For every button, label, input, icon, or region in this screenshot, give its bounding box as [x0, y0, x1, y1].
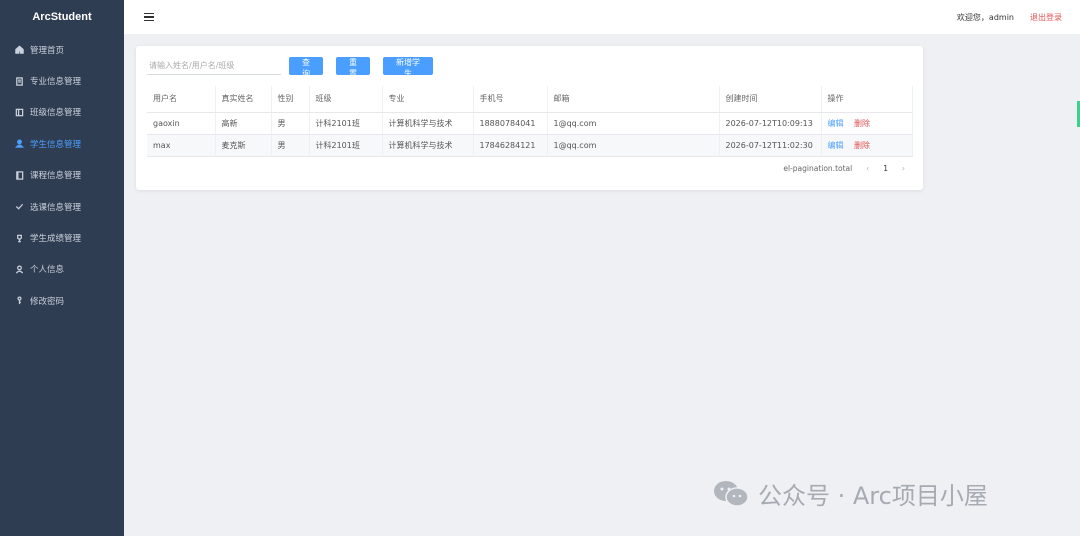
sidebar-item-label: 个人信息 [30, 265, 65, 276]
page-number-button[interactable]: 1 [883, 164, 888, 173]
header-user-area: 欢迎您，admin 退出登录 [957, 12, 1062, 23]
notebook-icon [14, 170, 24, 180]
search-toolbar: 查询 重置 新增学生 [147, 56, 912, 78]
sidebar-item-label: 学生信息管理 [30, 139, 82, 150]
cell-actions: 编辑 删除 [821, 112, 913, 135]
table-header-row: 用户名 真实姓名 性别 班级 专业 手机号 邮箱 创建时间 操作 [147, 86, 913, 113]
sidebar-item-enrollment[interactable]: 选课信息管理 [0, 191, 124, 222]
reset-button[interactable]: 重置 [336, 57, 370, 78]
column-header: 专业 [382, 86, 474, 113]
column-header: 手机号 [473, 86, 548, 113]
watermark-text: 公众号 · Arc项目小屋 [758, 482, 988, 510]
top-header: 欢迎您，admin 退出登录 [124, 0, 1080, 34]
cell-phone: 17846284121 [473, 134, 548, 157]
delete-button[interactable]: 删除 [854, 119, 870, 128]
sidebar: ArcStudent 管理首页 专业信息管理 班级信息管理 学生信息管理 课程信… [0, 0, 124, 536]
sidebar-item-home[interactable]: 管理首页 [0, 34, 124, 65]
cell-created: 2026-07-12T10:09:13 [719, 112, 822, 135]
sidebar-item-profile[interactable]: 个人信息 [0, 254, 124, 285]
cell-gender: 男 [271, 112, 310, 135]
column-header: 邮箱 [547, 86, 720, 113]
sidebar-item-label: 学生成绩管理 [30, 234, 82, 245]
cell-major: 计算机科学与技术 [382, 134, 474, 157]
sidebar-item-label: 选课信息管理 [30, 202, 82, 213]
logout-link[interactable]: 退出登录 [1030, 12, 1062, 23]
cell-major: 计算机科学与技术 [382, 112, 474, 135]
column-header: 性别 [271, 86, 310, 113]
cell-actions: 编辑 删除 [821, 134, 913, 157]
student-list-card: 查询 重置 新增学生 用户名 真实姓名 性别 班级 专业 手机号 邮箱 创建时间… [136, 46, 923, 190]
wechat-icon [712, 479, 750, 509]
book-icon [14, 107, 24, 117]
cell-realname: 高新 [215, 112, 272, 135]
cell-email: 1@qq.com [547, 112, 720, 135]
sidebar-item-label: 专业信息管理 [30, 77, 82, 88]
column-header: 操作 [821, 86, 913, 113]
edit-button[interactable]: 编辑 [828, 119, 844, 128]
sidebar-item-student[interactable]: 学生信息管理 [0, 128, 124, 159]
cell-created: 2026-07-12T11:02:30 [719, 134, 822, 157]
table-row: max 麦克斯 男 计科2101班 计算机科学与技术 17846284121 1… [147, 134, 913, 157]
cell-class: 计科2101班 [309, 134, 383, 157]
sidebar-item-label: 课程信息管理 [30, 171, 82, 182]
cell-class: 计科2101班 [309, 112, 383, 135]
sidebar-item-major[interactable]: 专业信息管理 [0, 65, 124, 96]
prev-page-button[interactable]: ‹ [866, 164, 869, 173]
sidebar-item-label: 管理首页 [30, 45, 65, 56]
table-row: gaoxin 高新 男 计科2101班 计算机科学与技术 18880784041… [147, 112, 913, 135]
user-icon [14, 139, 24, 149]
document-icon [14, 76, 24, 86]
search-input[interactable] [147, 57, 281, 75]
search-button[interactable]: 查询 [289, 57, 323, 78]
home-icon [14, 45, 24, 55]
welcome-text: 欢迎您，admin [956, 12, 1014, 22]
column-header: 真实姓名 [215, 86, 272, 113]
check-icon [14, 202, 24, 212]
cell-gender: 男 [271, 134, 310, 157]
column-header: 创建时间 [719, 86, 822, 113]
sidebar-item-course[interactable]: 课程信息管理 [0, 160, 124, 191]
key-icon [14, 296, 24, 306]
delete-button[interactable]: 删除 [854, 141, 870, 150]
sidebar-item-password[interactable]: 修改密码 [0, 285, 124, 316]
sidebar-item-label: 班级信息管理 [30, 108, 82, 119]
student-table: 用户名 真实姓名 性别 班级 专业 手机号 邮箱 创建时间 操作 gaoxin … [147, 86, 913, 157]
sidebar-item-label: 修改密码 [30, 296, 65, 307]
menu-toggle-icon[interactable] [144, 13, 154, 21]
brand-logo: ArcStudent [32, 11, 92, 23]
cell-username: gaoxin [147, 112, 216, 135]
add-student-button[interactable]: 新增学生 [383, 57, 433, 78]
sidebar-menu: 管理首页 专业信息管理 班级信息管理 学生信息管理 课程信息管理 选课信息管理 … [0, 34, 124, 317]
sidebar-item-class[interactable]: 班级信息管理 [0, 97, 124, 128]
pagination: el-pagination.total ‹ 1 › [783, 164, 905, 173]
cell-username: max [147, 134, 216, 157]
cell-realname: 麦克斯 [215, 134, 272, 157]
pagination-total: el-pagination.total [783, 164, 853, 173]
column-header: 用户名 [147, 86, 216, 113]
person-icon [14, 264, 24, 274]
edit-button[interactable]: 编辑 [828, 141, 844, 150]
sidebar-item-grades[interactable]: 学生成绩管理 [0, 222, 124, 253]
cell-email: 1@qq.com [547, 134, 720, 157]
column-header: 班级 [309, 86, 383, 113]
cell-phone: 18880784041 [473, 112, 548, 135]
trophy-icon [14, 233, 24, 243]
watermark: 公众号 · Arc项目小屋 [712, 476, 988, 511]
next-page-button[interactable]: › [902, 164, 905, 173]
